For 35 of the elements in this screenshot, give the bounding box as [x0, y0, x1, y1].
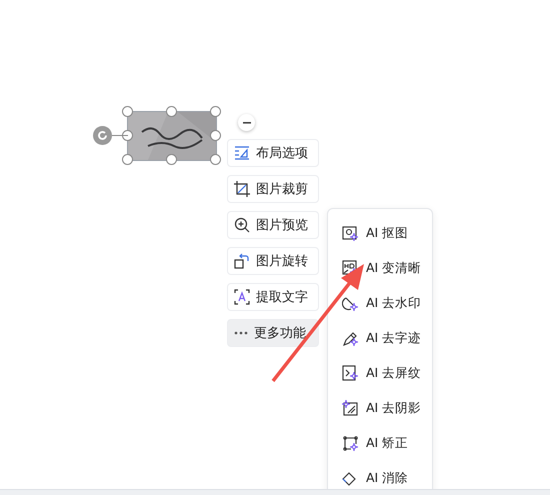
menu-item[interactable]: AI 去水印	[328, 291, 432, 315]
collapse-button[interactable]	[238, 114, 255, 131]
shadow-removal-icon	[342, 400, 359, 416]
text-extract-icon	[234, 289, 250, 305]
rotate-handle[interactable]	[93, 126, 112, 145]
resize-handle[interactable]	[210, 106, 221, 117]
moire-removal-icon	[342, 364, 359, 382]
crop-icon	[234, 181, 250, 197]
resize-handle[interactable]	[122, 154, 133, 165]
watermark-removal-icon	[342, 294, 359, 312]
toolbar-button[interactable]: 提取文字	[227, 283, 319, 311]
perspective-correction-icon	[342, 434, 359, 452]
toolbar-button[interactable]: 更多功能	[227, 319, 319, 347]
toolbar-button[interactable]: 图片预览	[227, 211, 319, 239]
menu-item[interactable]: AI 抠图	[328, 221, 432, 245]
zoom-in-icon	[234, 217, 250, 233]
menu-item[interactable]: AI 去阴影	[328, 396, 432, 420]
toolbar-button[interactable]: 布局选项	[227, 139, 319, 167]
resize-handle[interactable]	[210, 130, 221, 141]
toolbar-button[interactable]: 图片旋转	[227, 247, 319, 275]
rotate-icon	[234, 253, 250, 269]
menu-item[interactable]: AI 去字迹	[328, 326, 432, 350]
resize-handle[interactable]	[166, 106, 177, 117]
more-icon	[234, 331, 248, 335]
resize-handle[interactable]	[122, 106, 133, 117]
cutout-icon	[342, 224, 359, 242]
layout-icon	[234, 145, 250, 161]
toolbar-button[interactable]: 图片裁剪	[227, 175, 319, 203]
resize-handle[interactable]	[210, 154, 221, 165]
menu-item[interactable]: AI 去屏纹	[328, 361, 432, 385]
resize-handle[interactable]	[166, 154, 177, 165]
minus-icon	[242, 122, 250, 124]
pen-eraser-icon	[342, 330, 359, 346]
menu-item[interactable]: AI 消除	[328, 466, 432, 490]
menu-item[interactable]: AI 矫正	[328, 431, 432, 455]
